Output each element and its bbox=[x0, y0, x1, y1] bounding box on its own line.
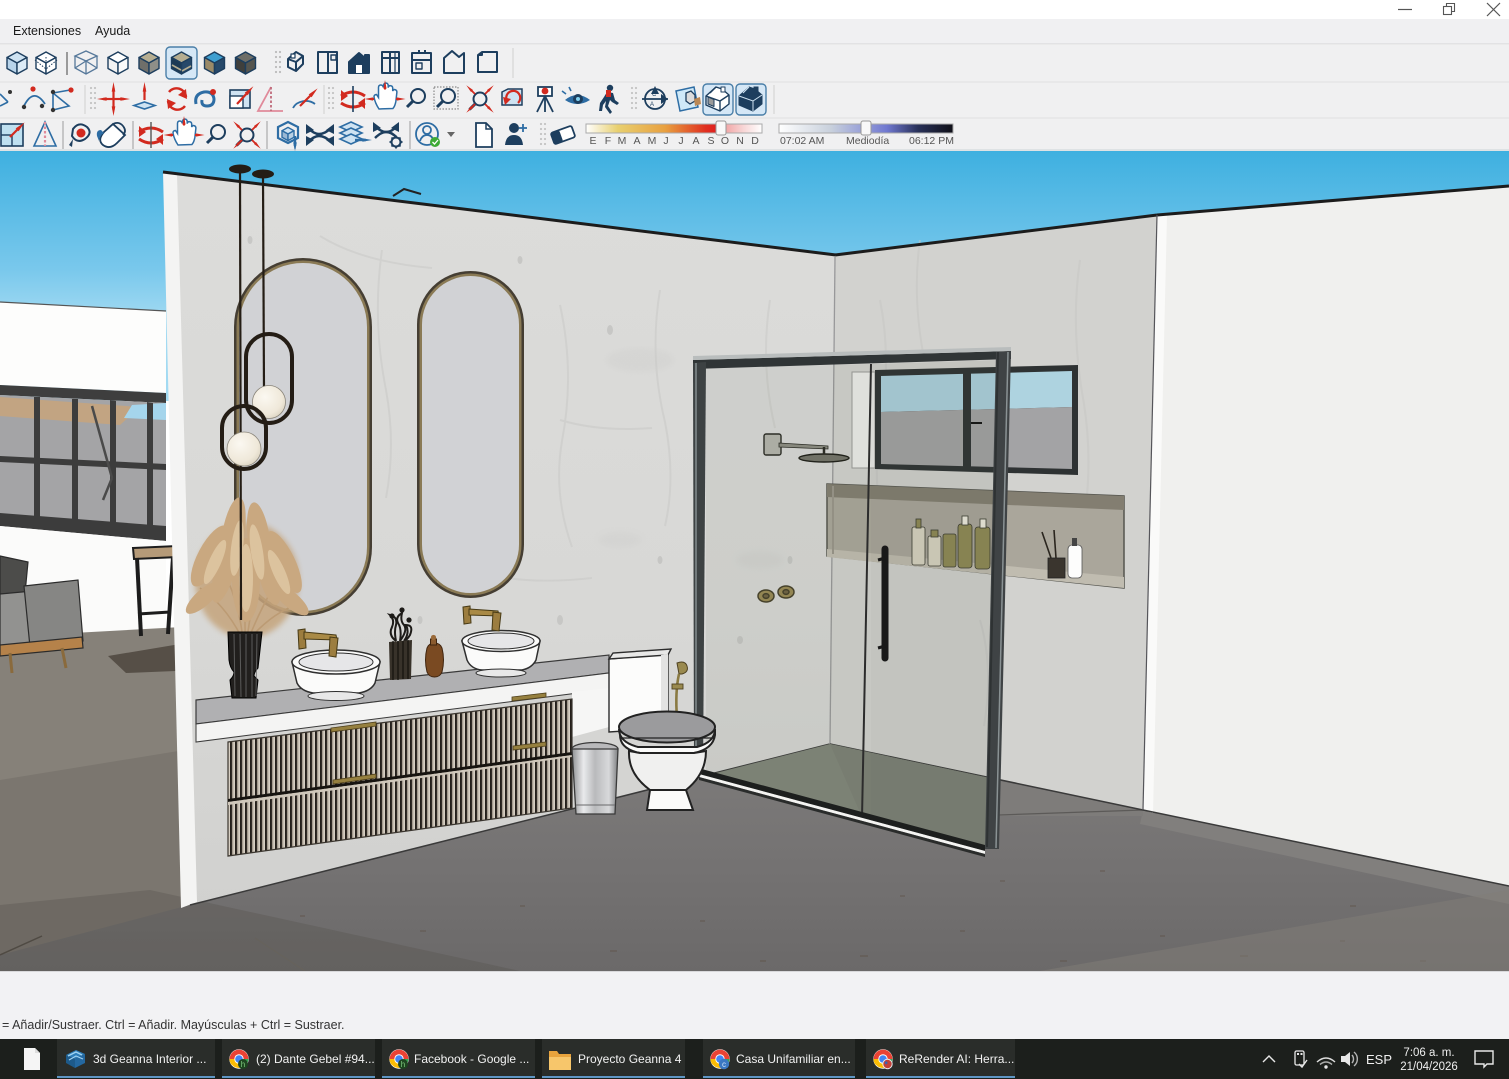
svg-text:(2) Dante Gebel #94...: (2) Dante Gebel #94... bbox=[256, 1052, 375, 1066]
svg-text:O: O bbox=[721, 135, 729, 147]
svg-text:A: A bbox=[692, 135, 699, 147]
svg-text:7:06 a. m.: 7:06 a. m. bbox=[1403, 1047, 1454, 1059]
svg-text:C: C bbox=[652, 92, 657, 98]
svg-text:Mediodía: Mediodía bbox=[846, 135, 889, 147]
svg-text:S: S bbox=[707, 135, 714, 147]
svg-text:F: F bbox=[605, 135, 611, 147]
svg-text:J: J bbox=[678, 135, 683, 147]
svg-text:J: J bbox=[663, 135, 668, 147]
svg-text:A: A bbox=[650, 102, 654, 108]
svg-text:M: M bbox=[648, 135, 657, 147]
svg-text:Facebook - Google ...: Facebook - Google ... bbox=[414, 1052, 529, 1066]
svg-text:ReRender AI: Herra...: ReRender AI: Herra... bbox=[899, 1052, 1014, 1066]
svg-text:06:12 PM: 06:12 PM bbox=[909, 135, 954, 147]
svg-text:N: N bbox=[736, 135, 744, 147]
svg-text:Proyecto Geanna 4: Proyecto Geanna 4 bbox=[578, 1052, 682, 1066]
svg-text:E: E bbox=[589, 135, 596, 147]
svg-text:h: h bbox=[241, 1060, 245, 1069]
svg-text:ESP: ESP bbox=[1366, 1052, 1392, 1067]
svg-text:D: D bbox=[751, 135, 759, 147]
svg-text:A: A bbox=[633, 135, 640, 147]
svg-text:Casa Unifamiliar en...: Casa Unifamiliar en... bbox=[736, 1052, 851, 1066]
svg-text:3d Geanna Interior ...: 3d Geanna Interior ... bbox=[93, 1052, 206, 1066]
svg-text:21/04/2026: 21/04/2026 bbox=[1400, 1061, 1458, 1073]
svg-text:c: c bbox=[722, 1060, 726, 1069]
svg-text:07:02 AM: 07:02 AM bbox=[780, 135, 824, 147]
svg-text:M: M bbox=[618, 135, 627, 147]
